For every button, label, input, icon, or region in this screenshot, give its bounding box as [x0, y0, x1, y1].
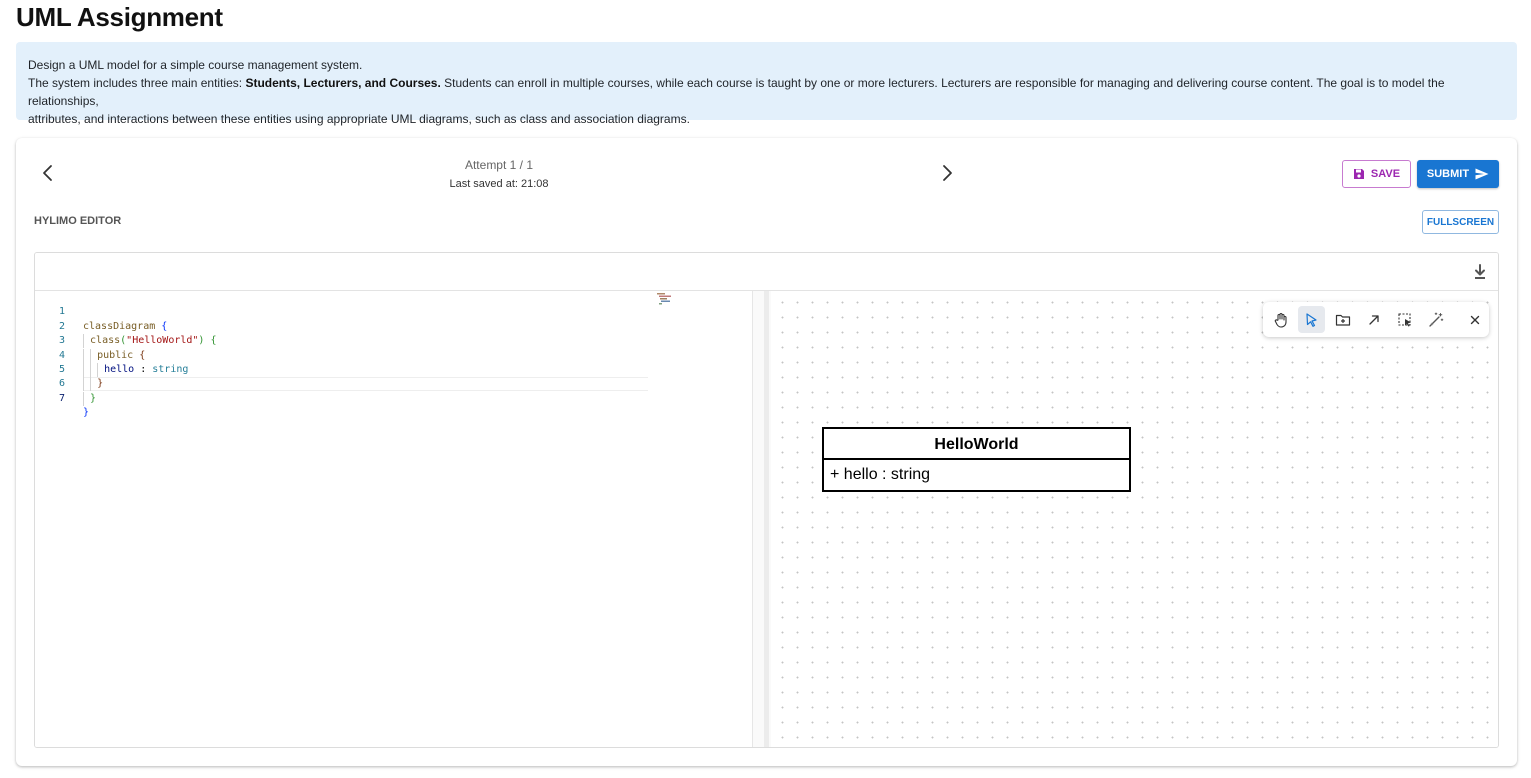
- code-token: hello: [104, 363, 135, 375]
- assignment-card: Attempt 1 / 1 Last saved at: 21:08 SAVE …: [16, 138, 1517, 766]
- add-element-icon: [1335, 314, 1350, 326]
- close-toolbar-button[interactable]: [1461, 306, 1488, 333]
- code-text: classDiagram {: [83, 320, 167, 334]
- code-token: }: [97, 378, 104, 390]
- code-token: }: [83, 407, 90, 419]
- next-attempt-button[interactable]: [933, 159, 961, 187]
- current-line-highlight: [83, 377, 648, 391]
- connection-tool[interactable]: [1360, 306, 1387, 333]
- code-line: 4 hello : string: [35, 334, 188, 377]
- editor-topbar: [35, 253, 1498, 291]
- code-token: :: [134, 363, 153, 375]
- connection-arrow-icon: [1368, 314, 1379, 325]
- code-minimap[interactable]: [657, 293, 681, 305]
- chevron-left-icon: [43, 165, 52, 181]
- editor-label: HYLIMO EDITOR: [34, 215, 122, 227]
- code-token: "HelloWorld": [126, 335, 199, 347]
- code-lines: 1 classDiagram { 2 class("HelloWorld") {…: [35, 291, 217, 418]
- description-entities: Students, Lecturers, and Courses.: [245, 76, 441, 90]
- box-select-tool[interactable]: [1391, 306, 1418, 333]
- code-token: string: [152, 363, 189, 375]
- diagram-toolbar: [1263, 302, 1489, 337]
- code-editor[interactable]: 1 classDiagram { 2 class("HelloWorld") {…: [35, 291, 753, 747]
- code-line: 3 public {: [35, 320, 145, 363]
- code-text: class("HelloWorld") {: [83, 334, 217, 349]
- page-title: UML Assignment: [16, 2, 223, 32]
- save-icon: [1353, 169, 1364, 179]
- auto-layout-tool[interactable]: [1422, 306, 1449, 333]
- code-line: 6 }: [35, 363, 96, 406]
- code-token: {: [139, 349, 146, 361]
- description-text: The system includes three main entities:: [28, 76, 246, 90]
- code-token: ): [198, 335, 205, 347]
- diagram-canvas[interactable]: HelloWorld + hello : string: [771, 291, 1498, 747]
- code-token: {: [210, 335, 217, 347]
- download-icon[interactable]: [1472, 263, 1488, 281]
- save-button[interactable]: SAVE: [1342, 160, 1411, 188]
- select-pointer-icon: [1305, 312, 1317, 327]
- code-line: 1 classDiagram {: [35, 291, 167, 331]
- last-saved-timestamp: Last saved at: 21:08: [449, 178, 549, 190]
- description-line-3: attributes, and interactions between the…: [28, 112, 690, 126]
- code-token: {: [161, 320, 168, 332]
- code-token: public: [97, 349, 134, 361]
- send-icon: [1475, 168, 1489, 180]
- code-text: }: [83, 406, 89, 420]
- pane-splitter-handle[interactable]: [764, 291, 769, 747]
- select-tool[interactable]: [1298, 306, 1325, 333]
- add-element-tool[interactable]: [1329, 306, 1356, 333]
- attempt-counter: Attempt 1 / 1: [464, 158, 534, 172]
- close-icon: [1470, 315, 1479, 324]
- code-line: 7 }: [35, 377, 95, 418]
- uml-class-attribute: + hello : string: [830, 466, 931, 483]
- code-text: hello : string: [83, 362, 189, 377]
- line-number: 7: [58, 392, 65, 404]
- code-line: 2 class("HelloWorld") {: [35, 305, 217, 349]
- description-line-2: The system includes three main entities:…: [28, 74, 1505, 110]
- assignment-description: Design a UML model for a simple course m…: [16, 42, 1517, 126]
- save-label: SAVE: [1370, 168, 1401, 180]
- magic-wand-icon: [1428, 312, 1443, 327]
- description-line-1: Design a UML model for a simple course m…: [28, 58, 363, 72]
- box-select-icon: [1397, 312, 1411, 327]
- previous-attempt-button[interactable]: [34, 159, 62, 187]
- code-line: 5 }: [35, 349, 103, 392]
- hand-icon: [1274, 312, 1287, 328]
- chevron-right-icon: [943, 165, 952, 181]
- fullscreen-button[interactable]: FULLSCREEN: [1422, 210, 1499, 234]
- submit-label: SUBMIT: [1426, 168, 1470, 180]
- submit-button[interactable]: SUBMIT: [1417, 160, 1499, 188]
- hand-tool[interactable]: [1267, 306, 1294, 333]
- hylimo-editor: 1 classDiagram { 2 class("HelloWorld") {…: [34, 252, 1499, 748]
- uml-class-name: HelloWorld: [824, 429, 1129, 460]
- uml-class-box[interactable]: HelloWorld + hello : string: [822, 427, 1131, 492]
